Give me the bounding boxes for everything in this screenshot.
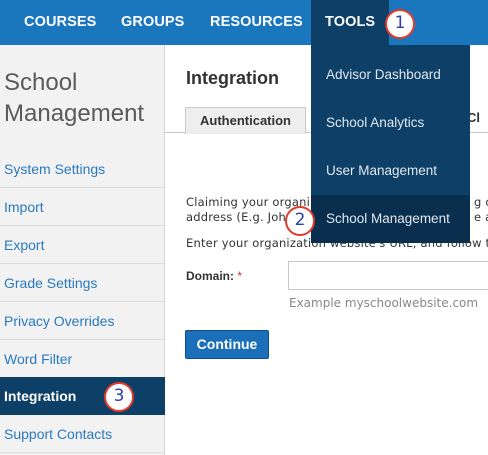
dropdown-item-school-management[interactable]: School Management: [311, 195, 470, 243]
sidebar: School Management System Settings Import…: [0, 45, 165, 455]
page-title: Integration: [186, 68, 279, 88]
nav-tools[interactable]: TOOLS: [311, 0, 390, 45]
tools-dropdown: Advisor Dashboard School Analytics User …: [311, 45, 470, 243]
sidebar-item-system-settings[interactable]: System Settings: [0, 150, 165, 188]
dropdown-item-user-management[interactable]: User Management: [311, 147, 470, 195]
sidebar-item-grade-settings[interactable]: Grade Settings: [0, 264, 165, 302]
sidebar-title-line1: School: [4, 69, 78, 96]
intro-text-line1: Claiming your organi: [186, 195, 311, 209]
sidebar-title-line2: Management: [4, 100, 145, 127]
step-badge-3: 3: [104, 382, 134, 412]
sidebar-item-privacy-overrides[interactable]: Privacy Overrides: [0, 302, 165, 340]
step-badge-2: 2: [285, 206, 315, 236]
tab-authentication[interactable]: Authentication: [185, 107, 306, 134]
step-badge-1: 1: [385, 9, 415, 39]
page: COURSES GROUPS RESOURCES TOOLS School Ma…: [0, 0, 488, 455]
nav-courses[interactable]: COURSES: [24, 0, 96, 45]
domain-example-hint: Example myschoolwebsite.com: [289, 296, 479, 310]
continue-button[interactable]: Continue: [185, 330, 269, 359]
sidebar-item-integration[interactable]: Integration: [0, 377, 165, 415]
sidebar-item-support-contacts[interactable]: Support Contacts: [0, 415, 165, 453]
sidebar-title: School Management: [4, 67, 144, 129]
domain-input[interactable]: [288, 261, 488, 290]
dropdown-item-school-analytics[interactable]: School Analytics: [311, 99, 470, 147]
nav-resources[interactable]: RESOURCES: [210, 0, 303, 45]
required-marker: *: [237, 269, 243, 283]
sidebar-item-import[interactable]: Import: [0, 188, 165, 226]
nav-groups[interactable]: GROUPS: [121, 0, 184, 45]
domain-label: Domain: *: [186, 269, 242, 283]
sidebar-item-export[interactable]: Export: [0, 226, 165, 264]
sidebar-item-word-filter[interactable]: Word Filter: [0, 340, 165, 378]
domain-label-text: Domain:: [186, 269, 234, 283]
intro-text-line1-tail: g or: [474, 195, 488, 209]
intro-text-line2-tail: e a: [474, 210, 488, 224]
dropdown-item-advisor-dashboard[interactable]: Advisor Dashboard: [311, 51, 470, 99]
intro-text-line2: address (E.g. Joh: [186, 210, 286, 224]
